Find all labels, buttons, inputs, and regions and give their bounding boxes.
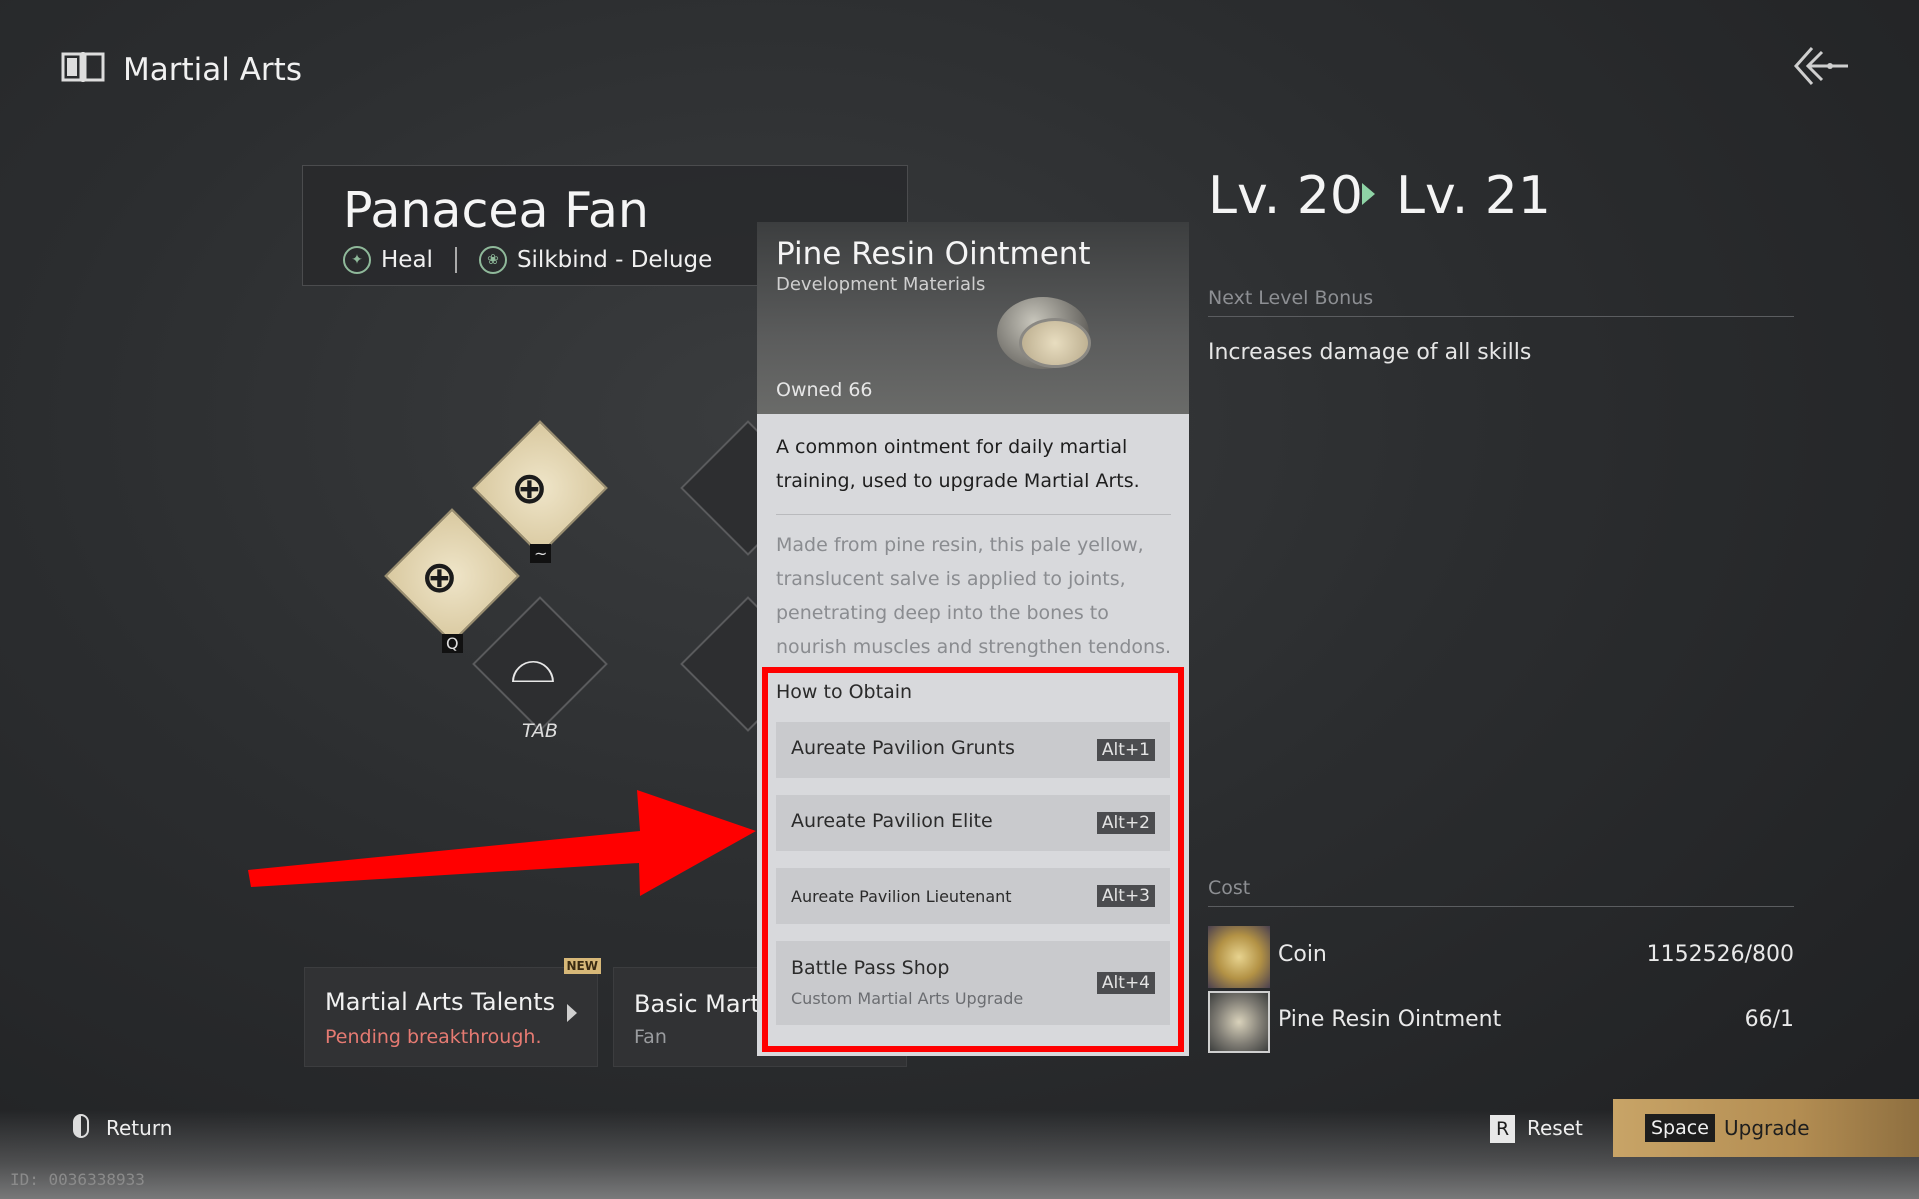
- upgrade-label: Upgrade: [1724, 1116, 1810, 1140]
- back-icon[interactable]: [1790, 44, 1850, 88]
- cost-name: Pine Resin Ointment: [1278, 1007, 1502, 1032]
- cost-row-ointment: Pine Resin Ointment 66/1: [1208, 991, 1794, 1053]
- highlight-box: [762, 667, 1184, 1052]
- weapon-tags: ✦ Heal ❀ Silkbind - Deluge: [343, 246, 712, 274]
- return-button[interactable]: Return: [106, 1116, 172, 1140]
- card-status: Pending breakthrough.: [325, 1026, 542, 1048]
- tooltip-header: Pine Resin Ointment Development Material…: [757, 222, 1189, 414]
- weapon-name: Panacea Fan: [343, 182, 649, 239]
- cost-label: Cost: [1208, 877, 1251, 899]
- cost-row-coin: Coin 1152526/800: [1208, 926, 1794, 988]
- card-title: Basic Marti: [634, 990, 767, 1018]
- tooltip-description: A common ointment for daily martial trai…: [776, 436, 1140, 492]
- martial-arts-talents-card[interactable]: Martial Arts Talents Pending breakthroug…: [304, 958, 601, 1067]
- tag-silkbind: Silkbind - Deluge: [516, 247, 713, 273]
- key-hint-tilde: ~: [530, 544, 552, 563]
- bonus-text: Increases damage of all skills: [1208, 340, 1532, 365]
- page-title: Martial Arts: [123, 52, 302, 88]
- cost-value: 1152526/800: [1646, 942, 1794, 967]
- divider: [1208, 906, 1794, 907]
- ointment-lid-icon: [1019, 318, 1091, 368]
- user-id: ID: 0036338933: [10, 1170, 145, 1189]
- tag-heal: Heal: [381, 247, 433, 273]
- key-hint-tab: TAB: [522, 720, 558, 742]
- divider: [1208, 316, 1794, 317]
- new-badge: NEW: [563, 958, 601, 974]
- annotation-arrow-icon: [248, 790, 756, 896]
- upgrade-key-hint: Space: [1645, 1114, 1715, 1142]
- owned-count: Owned 66: [776, 379, 873, 401]
- current-level: Lv. 20: [1208, 166, 1363, 226]
- divider: [776, 514, 1171, 515]
- ointment-icon: [1208, 991, 1270, 1053]
- bonus-label: Next Level Bonus: [1208, 287, 1374, 309]
- upgrade-button[interactable]: Space Upgrade: [1613, 1099, 1919, 1157]
- card-title: Martial Arts Talents: [325, 988, 556, 1016]
- mouse-icon: [73, 1114, 89, 1138]
- reset-button[interactable]: Reset: [1527, 1116, 1583, 1140]
- level-arrow-icon: [1362, 183, 1375, 205]
- skill-glyph-icon: ⊕: [511, 463, 548, 514]
- next-level: Lv. 21: [1396, 166, 1551, 226]
- reset-key-hint: R: [1490, 1115, 1516, 1143]
- card-sub: Fan: [634, 1026, 667, 1048]
- key-hint-q: Q: [442, 634, 463, 653]
- chevron-right-icon: [567, 1004, 577, 1022]
- cost-name: Coin: [1278, 942, 1327, 967]
- fan-icon: ⌓: [510, 628, 556, 696]
- book-icon: [61, 52, 105, 82]
- tooltip-title: Pine Resin Ointment: [776, 236, 1091, 272]
- tooltip-lore: Made from pine resin, this pale yellow, …: [776, 534, 1172, 658]
- skill-glyph-icon: ⊕: [421, 552, 458, 603]
- heal-icon: ✦: [343, 246, 371, 274]
- tooltip-subtitle: Development Materials: [776, 274, 986, 295]
- coin-icon: [1208, 926, 1270, 988]
- cost-value: 66/1: [1744, 1007, 1794, 1032]
- silkbind-icon: ❀: [478, 246, 507, 274]
- tag-divider: [454, 247, 457, 273]
